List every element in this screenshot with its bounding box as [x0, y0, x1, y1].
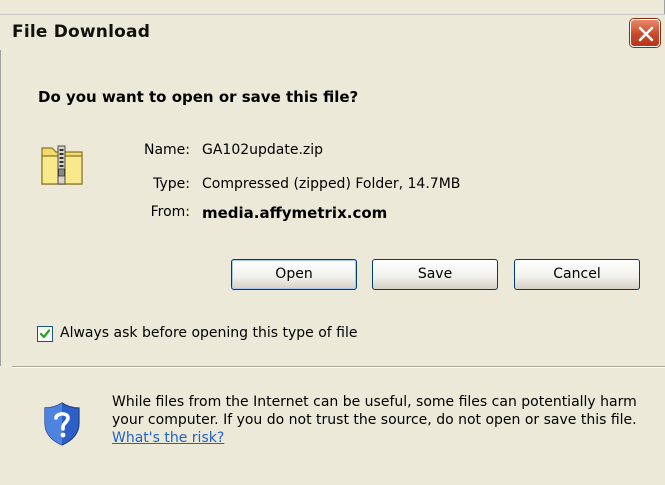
title-bar[interactable]: File Download	[0, 14, 665, 51]
always-ask-checkbox[interactable]	[37, 326, 53, 342]
shield-question-icon	[42, 401, 82, 447]
name-label: Name:	[143, 142, 190, 158]
cancel-button[interactable]: Cancel	[514, 259, 640, 290]
from-label: From:	[150, 204, 190, 220]
zip-folder-icon	[38, 138, 86, 188]
always-ask-label[interactable]: Always ask before opening this type of f…	[60, 325, 358, 341]
window-title: File Download	[12, 22, 151, 42]
close-icon	[638, 26, 654, 42]
question-heading: Do you want to open or save this file?	[38, 88, 359, 106]
whats-the-risk-link[interactable]: What's the risk?	[112, 430, 224, 446]
from-value: media.affymetrix.com	[202, 204, 388, 222]
type-value: Compressed (zipped) Folder, 14.7MB	[202, 176, 461, 192]
close-button[interactable]	[630, 19, 660, 47]
open-button[interactable]: Open	[231, 259, 357, 290]
type-label: Type:	[153, 176, 190, 192]
warning-text: While files from the Internet can be use…	[112, 394, 637, 428]
checkmark-icon	[39, 329, 51, 339]
file-download-dialog: File Download Do you want to open or sav…	[0, 0, 665, 485]
save-button[interactable]: Save	[372, 259, 498, 290]
warning-message: While files from the Internet can be use…	[112, 393, 657, 447]
name-value: GA102update.zip	[202, 142, 324, 158]
